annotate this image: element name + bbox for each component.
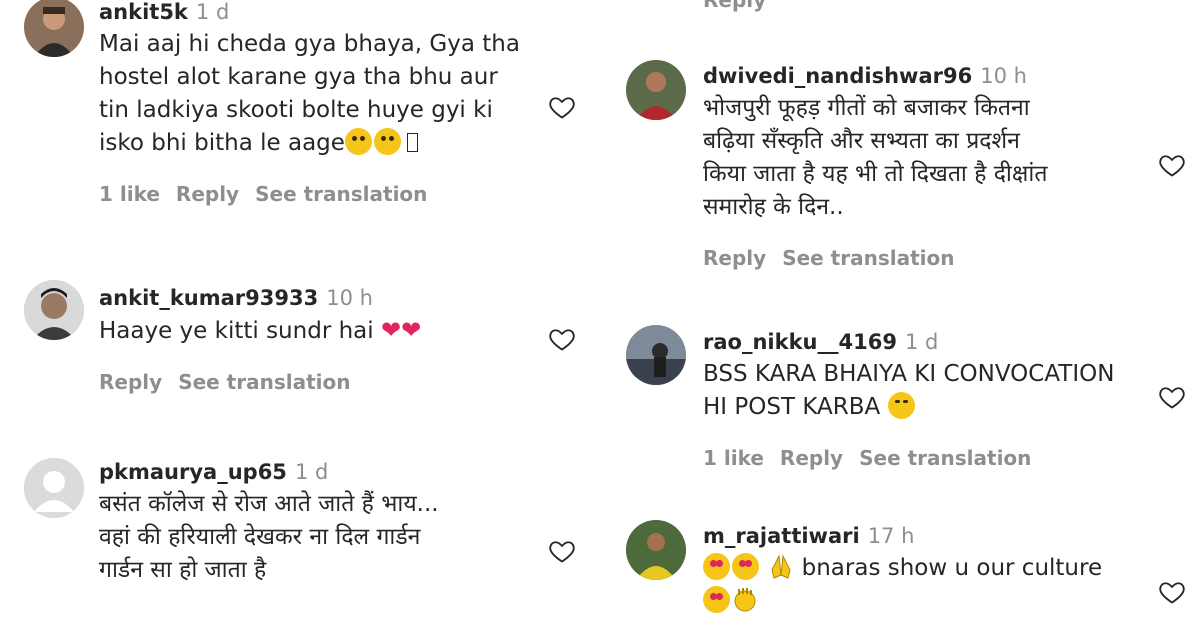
comment-line: बसंत कॉलेज से रोज आते जाते हैं भाय... bbox=[99, 491, 439, 517]
comment-line: गार्डन सा हो जाता है bbox=[99, 557, 267, 583]
see-translation-button[interactable]: See translation bbox=[255, 182, 427, 206]
comment-line: tin ladkiya skooti bolte huye gyi ki bbox=[99, 97, 493, 123]
avatar[interactable] bbox=[626, 60, 686, 120]
reply-button[interactable]: Reply bbox=[99, 370, 162, 394]
reply-button[interactable]: Reply bbox=[703, 246, 766, 270]
comment-header: dwivedi_nandishwar96 10 h bbox=[703, 62, 1047, 90]
heart-eyes-emoji-icon bbox=[703, 553, 730, 580]
comment-body: rao_nikku__4169 1 d BSS KARA BHAIYA KI CO… bbox=[703, 328, 1114, 470]
comment-text: bnaras show u our culture bbox=[703, 552, 1102, 618]
avatar[interactable] bbox=[24, 458, 84, 518]
timestamp[interactable]: 10 h bbox=[980, 64, 1027, 88]
comment-header: m_rajattiwari 17 h bbox=[703, 522, 1102, 550]
comment-line: किया जाता है यह भी तो दिखता है दीक्षांत bbox=[703, 161, 1048, 187]
comment-line: Mai aaj hi cheda gya bhaya, Gya tha bbox=[99, 31, 520, 57]
like-heart-icon[interactable] bbox=[547, 325, 577, 353]
see-translation-button[interactable]: See translation bbox=[178, 370, 350, 394]
heart-eyes-emoji-icon bbox=[703, 586, 730, 613]
comment-line: समारोह के दिन.. bbox=[703, 194, 844, 220]
likes-count[interactable]: 1 like bbox=[99, 182, 160, 206]
neutral-face-emoji-icon bbox=[344, 128, 372, 155]
username[interactable]: ankit_kumar93933 bbox=[99, 286, 318, 310]
like-heart-icon[interactable] bbox=[547, 537, 577, 565]
like-heart-icon[interactable] bbox=[1157, 151, 1187, 179]
comment-header: ankit_kumar93933 10 h bbox=[99, 284, 421, 312]
red-heart-emoji-icon: ❤ bbox=[401, 316, 422, 344]
avatar[interactable] bbox=[626, 325, 686, 385]
username[interactable]: rao_nikku__4169 bbox=[703, 330, 897, 354]
avatar[interactable] bbox=[626, 520, 686, 580]
comment-header: ankit5k 1 d bbox=[99, 0, 520, 26]
grimacing-face-emoji-icon bbox=[373, 128, 401, 155]
comment-text: BSS KARA BHAIYA KI CONVOCATION HI POST KA… bbox=[703, 358, 1114, 424]
avatar[interactable] bbox=[24, 280, 84, 340]
username[interactable]: m_rajattiwari bbox=[703, 524, 860, 548]
comment-actions: Reply See translation bbox=[99, 370, 421, 394]
timestamp[interactable]: 1 d bbox=[196, 0, 229, 24]
comment-body: m_rajattiwari 17 h bnaras show u our cult… bbox=[703, 522, 1102, 618]
comment-body: ankit_kumar93933 10 h Haaye ye kitti sund… bbox=[99, 284, 421, 394]
timestamp[interactable]: 17 h bbox=[868, 524, 915, 548]
comment-line: HI POST KARBA bbox=[703, 391, 1114, 424]
comment-header: pkmaurya_up65 1 d bbox=[99, 458, 439, 486]
reply-button[interactable]: Reply bbox=[703, 0, 766, 12]
timestamp[interactable]: 1 d bbox=[905, 330, 938, 354]
comment-line bbox=[703, 585, 1102, 618]
missing-glyph-icon bbox=[406, 133, 418, 152]
comment-actions: 1 like Reply See translation bbox=[703, 446, 1114, 470]
comment-line: बढ़िया सँस्कृति और सभ्यता का प्रदर्शन bbox=[703, 128, 1020, 154]
comment-body: pkmaurya_up65 1 d बसंत कॉलेज से रोज आते ज… bbox=[99, 458, 439, 587]
face-with-tears-of-joy-emoji-icon bbox=[887, 392, 915, 419]
comment-line: BSS KARA BHAIYA KI CONVOCATION bbox=[703, 361, 1115, 387]
like-heart-icon[interactable] bbox=[1157, 578, 1187, 606]
comment-line: bnaras show u our culture bbox=[703, 552, 1102, 585]
username[interactable]: pkmaurya_up65 bbox=[99, 460, 287, 484]
clapping-hands-emoji-icon bbox=[734, 588, 756, 612]
comment-line: hostel alot karane gya tha bhu aur bbox=[99, 64, 498, 90]
like-heart-icon[interactable] bbox=[547, 93, 577, 121]
red-heart-emoji-icon: ❤ bbox=[380, 316, 402, 344]
reply-button[interactable]: Reply bbox=[780, 446, 843, 470]
like-heart-icon[interactable] bbox=[1157, 383, 1187, 411]
see-translation-button[interactable]: See translation bbox=[859, 446, 1031, 470]
username[interactable]: dwivedi_nandishwar96 bbox=[703, 64, 972, 88]
comment-body: ankit5k 1 d Mai aaj hi cheda gya bhaya, G… bbox=[99, 0, 520, 206]
comment-line: वहां की हरियाली देखकर ना दिल गार्डन bbox=[99, 524, 421, 550]
comment-text: बसंत कॉलेज से रोज आते जाते हैं भाय... वहा… bbox=[99, 488, 439, 587]
comment-body: dwivedi_nandishwar96 10 h भोजपुरी फूहड़ ग… bbox=[703, 62, 1047, 270]
username[interactable]: ankit5k bbox=[99, 0, 188, 24]
comment-line: isko bhi bitha le aage bbox=[99, 127, 520, 160]
avatar[interactable] bbox=[24, 0, 84, 57]
reply-button[interactable]: Reply bbox=[176, 182, 239, 206]
heart-eyes-emoji-icon bbox=[732, 553, 759, 580]
comment-text: Mai aaj hi cheda gya bhaya, Gya tha hoste… bbox=[99, 28, 520, 160]
comment-line-text: isko bhi bitha le aage bbox=[99, 130, 345, 156]
timestamp[interactable]: 1 d bbox=[295, 460, 328, 484]
see-translation-button[interactable]: See translation bbox=[782, 246, 954, 270]
folded-hands-emoji-icon bbox=[771, 554, 791, 579]
timestamp[interactable]: 10 h bbox=[326, 286, 373, 310]
comment-line: भोजपुरी फूहड़ गीतों को बजाकर कितना bbox=[703, 95, 1030, 121]
comment-text: भोजपुरी फूहड़ गीतों को बजाकर कितना बढ़िया… bbox=[703, 92, 1047, 224]
comment-line-text: bnaras show u our culture bbox=[801, 555, 1103, 581]
comment-header: rao_nikku__4169 1 d bbox=[703, 328, 1114, 356]
comment-actions: 1 like Reply See translation bbox=[99, 182, 520, 206]
comment-text: Haaye ye kitti sundr hai ❤❤ bbox=[99, 314, 421, 348]
likes-count[interactable]: 1 like bbox=[703, 446, 764, 470]
comment-line-text: Haaye ye kitti sundr hai bbox=[99, 318, 374, 344]
comment-actions: Reply See translation bbox=[703, 246, 1047, 270]
comment-line-text: HI POST KARBA bbox=[703, 394, 881, 420]
comment-actions: Reply bbox=[703, 0, 782, 12]
